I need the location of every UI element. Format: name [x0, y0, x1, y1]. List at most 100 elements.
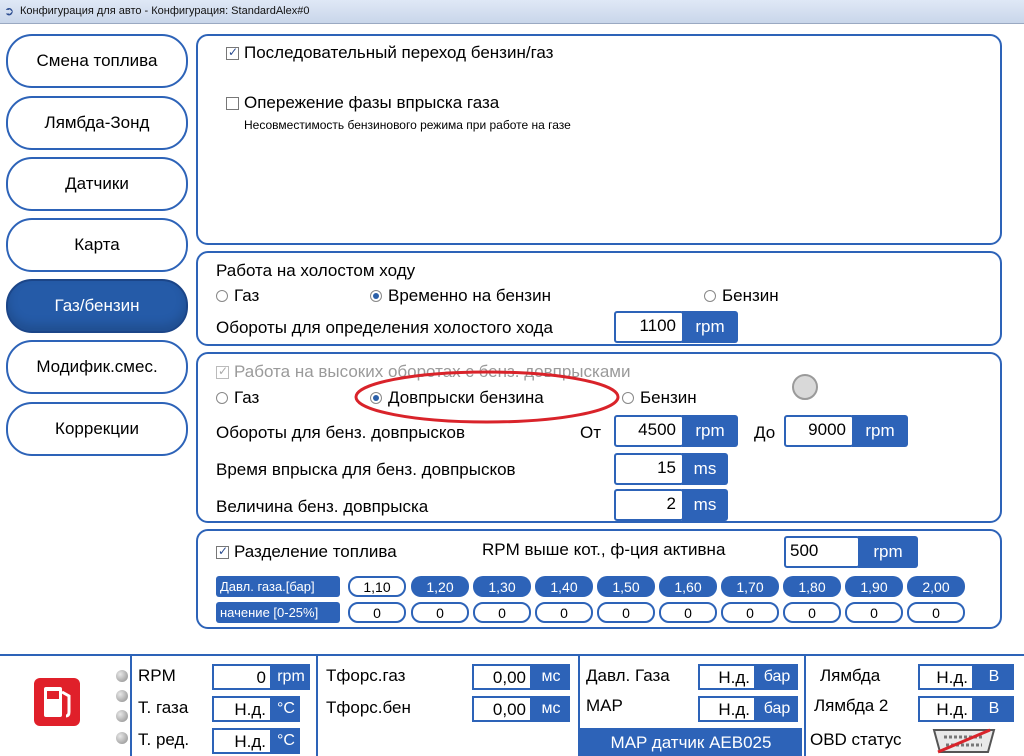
- idle-radio-petrol[interactable]: [704, 290, 716, 302]
- gas-pressure-label: Давл. Газа: [586, 666, 670, 685]
- nav-lambda[interactable]: Лямбда-Зонд: [6, 96, 188, 150]
- lambda-label: Лямбда: [820, 666, 881, 685]
- value-cell[interactable]: 0: [411, 602, 469, 623]
- pressure-cell[interactable]: 1,50: [597, 576, 655, 597]
- gas-injection-time-value: 0,00: [472, 664, 532, 690]
- high-to-unit: rpm: [852, 415, 908, 447]
- high-radio-petrol[interactable]: [622, 392, 634, 404]
- led-indicator: [116, 710, 128, 722]
- reducer-temp-unit: °C: [272, 728, 300, 754]
- injection-time-input[interactable]: 15: [614, 453, 684, 485]
- nav-map[interactable]: Карта: [6, 218, 188, 272]
- idle-rpm-label: Обороты для определения холостого хода: [216, 318, 553, 337]
- injection-amount-unit: ms: [682, 489, 728, 521]
- status-indicator: [792, 374, 818, 400]
- petrol-injection-time-value: 0,00: [472, 696, 532, 722]
- idle-radio-gas[interactable]: [216, 290, 228, 302]
- gas-injection-time-unit: мс: [532, 664, 570, 690]
- lambda-value: Н.д.: [918, 664, 974, 690]
- lambda-unit: В: [974, 664, 1014, 690]
- status-bar: RPM 0 rpm Т. газа Н.д. °C Т. ред. Н.д. °…: [0, 654, 1024, 756]
- gas-pressure-unit: бар: [756, 664, 798, 690]
- pressure-cell[interactable]: 1,10: [348, 576, 406, 597]
- nav-gas-petrol[interactable]: Газ/бензин: [6, 279, 188, 333]
- idle-radio-temp-petrol[interactable]: [370, 290, 382, 302]
- advance-label: Опережение фазы впрыска газа: [244, 93, 500, 112]
- high-to-input[interactable]: 9000: [784, 415, 854, 447]
- gas-temp-label: Т. газа: [138, 698, 189, 717]
- sequential-checkbox[interactable]: [226, 45, 239, 60]
- sequential-label: Последовательный переход бензин/газ: [244, 43, 554, 62]
- fuel-pump-icon: [34, 678, 80, 726]
- idle-title: Работа на холостом ходу: [216, 261, 416, 280]
- map-unit: бар: [756, 696, 798, 722]
- pressure-cell[interactable]: 1,30: [473, 576, 531, 597]
- panel-general: Последовательный переход бензин/газ Опер…: [196, 34, 1002, 245]
- high-gas-label: Газ: [234, 388, 260, 407]
- gas-temp-unit: °C: [272, 696, 300, 722]
- lambda2-value: Н.д.: [918, 696, 974, 722]
- nav-mixture-mod[interactable]: Модифик.смес.: [6, 340, 188, 394]
- status-divider: [316, 656, 318, 756]
- nav-fuel-switch[interactable]: Смена топлива: [6, 34, 188, 88]
- map-value: Н.д.: [698, 696, 756, 722]
- pressure-cell[interactable]: 1,40: [535, 576, 593, 597]
- idle-rpm-input[interactable]: 1100: [614, 311, 684, 343]
- petrol-injection-time-label: Тфорс.бен: [326, 698, 411, 717]
- high-petrol-label: Бензин: [640, 388, 697, 407]
- pressure-cell[interactable]: 1,60: [659, 576, 717, 597]
- pressure-cell[interactable]: 1,80: [783, 576, 841, 597]
- split-rpm-input[interactable]: 500: [784, 536, 860, 568]
- high-radio-gas[interactable]: [216, 392, 228, 404]
- high-from-unit: rpm: [682, 415, 738, 447]
- injection-time-label: Время впрыска для бенз. довпрысков: [216, 460, 516, 479]
- reducer-temp-value: Н.д.: [212, 728, 272, 754]
- lambda2-label: Лямбда 2: [814, 696, 889, 715]
- value-cell[interactable]: 0: [783, 602, 841, 623]
- nav-corrections[interactable]: Коррекции: [6, 402, 188, 456]
- pressure-cell[interactable]: 1,90: [845, 576, 903, 597]
- value-cell[interactable]: 0: [473, 602, 531, 623]
- fuel-split-checkbox[interactable]: [216, 544, 229, 559]
- high-rpm-label: Обороты для бенз. довпрысков: [216, 423, 465, 442]
- idle-gas-label: Газ: [234, 286, 260, 305]
- high-rpm-checkbox[interactable]: [216, 364, 229, 379]
- app-icon: ➲: [4, 4, 15, 18]
- pressure-cell[interactable]: 2,00: [907, 576, 965, 597]
- map-sensor-label: MAP датчик AEB025: [580, 728, 802, 756]
- pressure-cell[interactable]: 1,20: [411, 576, 469, 597]
- fuel-split-label: Разделение топлива: [234, 542, 397, 561]
- idle-temp-petrol-label: Временно на бензин: [388, 286, 551, 305]
- injection-amount-input[interactable]: 2: [614, 489, 684, 521]
- petrol-injection-time-unit: мс: [532, 696, 570, 722]
- idle-rpm-unit: rpm: [682, 311, 738, 343]
- split-rpm-label: RPM выше кот., ф-ция активна: [482, 540, 726, 559]
- injection-amount-label: Величина бенз. довпрыска: [216, 497, 429, 516]
- advance-note: Несовместимость бензинового режима при р…: [244, 118, 571, 132]
- high-from-input[interactable]: 4500: [614, 415, 684, 447]
- reducer-temp-label: Т. ред.: [138, 730, 190, 749]
- rpm-unit: rpm: [272, 664, 310, 690]
- value-cell[interactable]: 0: [535, 602, 593, 623]
- status-divider: [130, 656, 132, 756]
- value-cell[interactable]: 0: [845, 602, 903, 623]
- rpm-value: 0: [212, 664, 272, 690]
- value-cell[interactable]: 0: [907, 602, 965, 623]
- led-indicator: [116, 732, 128, 744]
- value-cell[interactable]: 0: [597, 602, 655, 623]
- title-bar: ➲ Конфигурация для авто - Конфигурация: …: [0, 0, 1024, 24]
- rpm-label: RPM: [138, 666, 176, 685]
- value-cell[interactable]: 0: [348, 602, 406, 623]
- lambda2-unit: В: [974, 696, 1014, 722]
- value-header: начение [0-25%]: [216, 602, 340, 623]
- nav-sensors[interactable]: Датчики: [6, 157, 188, 211]
- value-cell[interactable]: 0: [721, 602, 779, 623]
- gas-injection-time-label: Тфорс.газ: [326, 666, 406, 685]
- pressure-cell[interactable]: 1,70: [721, 576, 779, 597]
- led-indicator: [116, 690, 128, 702]
- value-cell[interactable]: 0: [659, 602, 717, 623]
- map-label: MAP: [586, 696, 623, 715]
- advance-checkbox[interactable]: [226, 97, 239, 110]
- gas-pressure-value: Н.д.: [698, 664, 756, 690]
- led-indicator: [116, 670, 128, 682]
